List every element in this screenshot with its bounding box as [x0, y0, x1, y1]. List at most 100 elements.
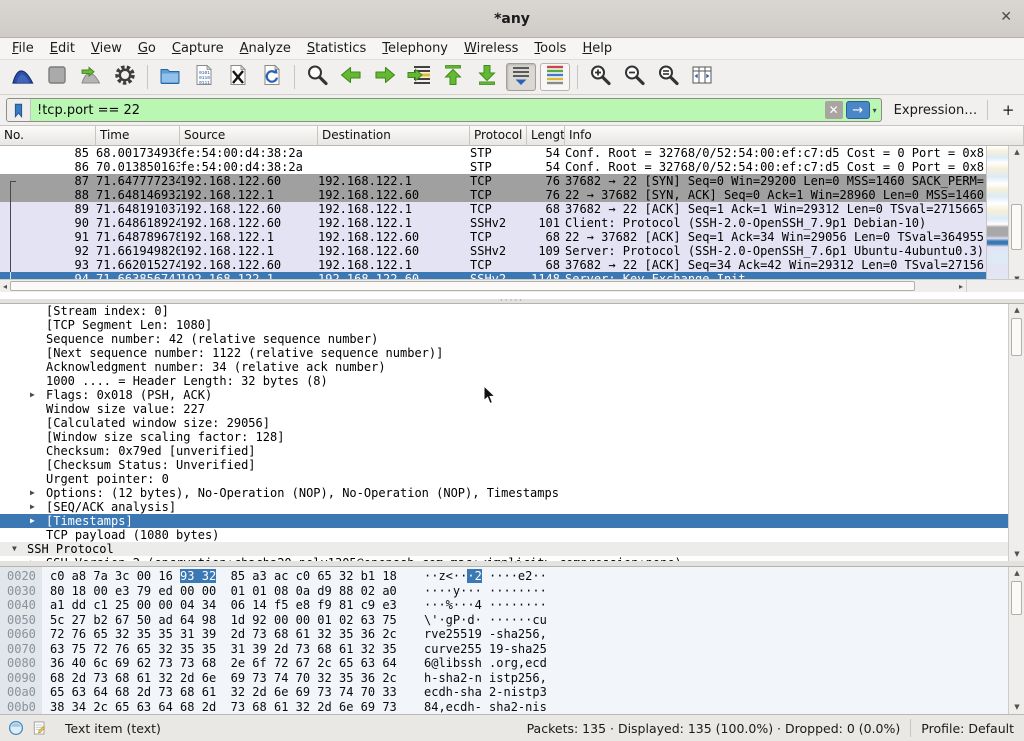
hex-row-0040[interactable]: 0040a1 dd c1 25 00 00 04 34 06 14 f5 e8 …	[0, 598, 1024, 613]
zoom-out-button[interactable]	[619, 63, 649, 91]
detail-line[interactable]: Checksum: 0x79ed [unverified]	[0, 444, 1008, 458]
menu-item-wireless[interactable]: Wireless	[456, 39, 526, 58]
column-header-length[interactable]: Length	[527, 126, 565, 146]
go-back-button[interactable]	[336, 63, 366, 91]
menu-item-analyze[interactable]: Analyze	[232, 39, 299, 58]
detail-line[interactable]: Urgent pointer: 0	[0, 472, 1008, 486]
detail-line[interactable]: ▼SSH Protocol	[0, 542, 1008, 556]
go-forward-button[interactable]	[370, 63, 400, 91]
packet-list-horizontal-scrollbar[interactable]: ◂ ▸	[0, 279, 966, 292]
status-profile[interactable]: Profile: Default	[921, 721, 1014, 736]
expression-button[interactable]: Expression…	[894, 103, 978, 118]
menu-item-view[interactable]: View	[83, 39, 130, 58]
detail-line[interactable]: ▶[SEQ/ACK analysis]	[0, 500, 1008, 514]
packet-row-91[interactable]: 9171.648789678192.168.122.1192.168.122.6…	[0, 230, 986, 244]
expert-info-icon[interactable]	[8, 720, 24, 736]
detail-line[interactable]: [Calculated window size: 29056]	[0, 416, 1008, 430]
go-last-button[interactable]	[472, 63, 502, 91]
resize-columns-button[interactable]	[687, 63, 717, 91]
menu-item-statistics[interactable]: Statistics	[299, 39, 374, 58]
close-window-icon[interactable]: ✕	[1000, 10, 1012, 24]
zoom-in-button[interactable]	[585, 63, 615, 91]
reload-file-button[interactable]	[257, 63, 287, 91]
detail-line[interactable]: ▶Options: (12 bytes), No-Operation (NOP)…	[0, 486, 1008, 500]
filter-bookmark-button[interactable]	[7, 99, 31, 121]
menu-item-capture[interactable]: Capture	[164, 39, 232, 58]
bytes-scroll-thumb[interactable]	[1011, 581, 1022, 615]
restart-capture-button[interactable]	[76, 63, 106, 91]
details-scroll-thumb[interactable]	[1011, 318, 1022, 356]
detail-line[interactable]: ▶[Timestamps]	[0, 514, 1008, 528]
scroll-down-icon[interactable]: ▼	[1009, 701, 1024, 714]
hex-row-00b0[interactable]: 00b038 34 2c 65 63 64 68 2d 73 68 61 32 …	[0, 700, 1024, 715]
filter-apply-icon[interactable]: →	[846, 101, 870, 119]
menu-item-edit[interactable]: Edit	[42, 39, 83, 58]
filter-clear-icon[interactable]: ✕	[825, 101, 843, 119]
detail-line[interactable]: Acknowledgment number: 34 (relative ack …	[0, 360, 1008, 374]
hex-row-0080[interactable]: 008036 40 6c 69 62 73 73 68 2e 6f 72 67 …	[0, 656, 1024, 671]
display-filter-input[interactable]	[31, 103, 825, 118]
collapsed-arrow-icon[interactable]: ▶	[30, 486, 35, 500]
menu-item-tools[interactable]: Tools	[526, 39, 574, 58]
scroll-up-icon[interactable]: ▲	[1009, 567, 1024, 580]
go-first-button[interactable]	[438, 63, 468, 91]
collapsed-arrow-icon[interactable]: ▶	[30, 500, 35, 514]
scroll-up-icon[interactable]: ▲	[1009, 146, 1024, 159]
scroll-down-icon[interactable]: ▼	[1009, 548, 1024, 561]
menu-item-file[interactable]: File	[4, 39, 42, 58]
start-capture-button[interactable]	[8, 63, 38, 91]
packet-row-86[interactable]: 8670.013850163fe:54:00:d4:38:2aSTP54Conf…	[0, 160, 986, 174]
packet-row-89[interactable]: 8971.648191037192.168.122.60192.168.122.…	[0, 202, 986, 216]
bytes-vertical-scrollbar[interactable]: ▲ ▼	[1008, 567, 1024, 714]
column-header-protocol[interactable]: Protocol	[470, 126, 527, 146]
detail-line[interactable]: Sequence number: 42 (relative sequence n…	[0, 332, 1008, 346]
scroll-left-icon[interactable]: ◂	[0, 280, 10, 293]
horizontal-scroll-thumb[interactable]	[10, 281, 915, 291]
hex-row-0050[interactable]: 00505c 27 b2 67 50 ad 64 98 1d 92 00 00 …	[0, 613, 1024, 628]
hex-row-00a0[interactable]: 00a065 63 64 68 2d 73 68 61 32 2d 6e 69 …	[0, 685, 1024, 700]
scroll-right-icon[interactable]: ▸	[956, 280, 966, 293]
column-header-info[interactable]: Info	[565, 126, 1024, 146]
capture-options-button[interactable]	[110, 63, 140, 91]
detail-line[interactable]: [Checksum Status: Unverified]	[0, 458, 1008, 472]
column-header-no[interactable]: No.	[0, 126, 96, 146]
details-vertical-scrollbar[interactable]: ▲ ▼	[1008, 304, 1024, 561]
column-header-time[interactable]: Time	[96, 126, 180, 146]
detail-line[interactable]: TCP payload (1080 bytes)	[0, 528, 1008, 542]
packet-list-vertical-scrollbar[interactable]: ▲ ▼	[1008, 146, 1024, 286]
close-file-button[interactable]	[223, 63, 253, 91]
zoom-reset-button[interactable]	[653, 63, 683, 91]
open-file-button[interactable]	[155, 63, 185, 91]
menu-item-go[interactable]: Go	[130, 39, 164, 58]
auto-scroll-button[interactable]	[506, 63, 536, 91]
detail-line[interactable]: [Next sequence number: 1122 (relative se…	[0, 346, 1008, 360]
colorize-button[interactable]	[540, 63, 570, 91]
hex-row-0090[interactable]: 009068 2d 73 68 61 32 2d 6e 69 73 74 70 …	[0, 671, 1024, 686]
packet-row-85[interactable]: 8568.001734936fe:54:00:d4:38:2aSTP54Conf…	[0, 146, 986, 160]
hex-row-0020[interactable]: 0020c0 a8 7a 3c 00 16 93 32 85 a3 ac c0 …	[0, 569, 1024, 584]
detail-line[interactable]: [Stream index: 0]	[0, 304, 1008, 318]
packet-row-87[interactable]: 8771.647777234192.168.122.60192.168.122.…	[0, 174, 986, 188]
column-header-source[interactable]: Source	[180, 126, 318, 146]
packet-row-92[interactable]: 9271.661949820192.168.122.1192.168.122.6…	[0, 244, 986, 258]
detail-line[interactable]: [Window size scaling factor: 128]	[0, 430, 1008, 444]
detail-line[interactable]: [TCP Segment Len: 1080]	[0, 318, 1008, 332]
hex-row-0070[interactable]: 007063 75 72 76 65 32 35 35 31 39 2d 73 …	[0, 642, 1024, 657]
save-file-button[interactable]: 010101100111	[189, 63, 219, 91]
packet-row-90[interactable]: 9071.648618924192.168.122.60192.168.122.…	[0, 216, 986, 230]
hex-row-0060[interactable]: 006072 76 65 32 35 35 31 39 2d 73 68 61 …	[0, 627, 1024, 642]
detail-line[interactable]: ▶Flags: 0x018 (PSH, ACK)	[0, 388, 1008, 402]
stop-capture-button[interactable]	[42, 63, 72, 91]
detail-line[interactable]: 1000 .... = Header Length: 32 bytes (8)	[0, 374, 1008, 388]
column-header-destination[interactable]: Destination	[318, 126, 470, 146]
filter-history-caret-icon[interactable]: ▾	[873, 106, 877, 115]
go-to-packet-button[interactable]	[404, 63, 434, 91]
collapsed-arrow-icon[interactable]: ▶	[30, 514, 35, 528]
collapsed-arrow-icon[interactable]: ▶	[30, 388, 35, 402]
intelligent-scrollbar-minimap[interactable]	[986, 146, 1008, 286]
hex-row-0030[interactable]: 003080 18 00 e3 79 ed 00 00 01 01 08 0a …	[0, 584, 1024, 599]
expanded-arrow-icon[interactable]: ▼	[12, 542, 17, 556]
packet-row-88[interactable]: 8871.648146932192.168.122.1192.168.122.6…	[0, 188, 986, 202]
display-filter-field[interactable]: ✕ → ▾	[6, 98, 882, 122]
find-packet-button[interactable]	[302, 63, 332, 91]
